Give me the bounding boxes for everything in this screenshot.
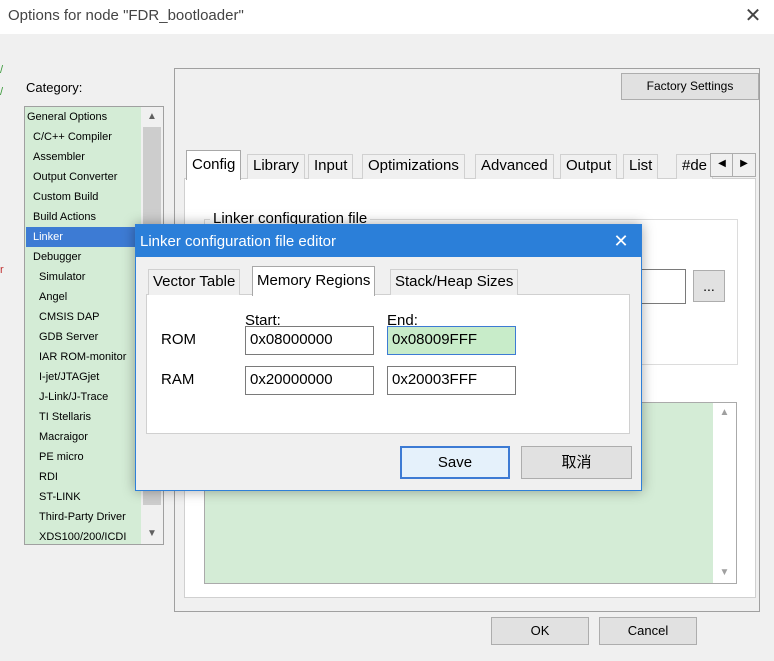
category-item-general-options[interactable]: General Options [27,107,141,127]
category-label: Category: [26,80,83,95]
chevron-down-icon[interactable]: ▼ [713,563,736,583]
category-item-c-compiler[interactable]: C/C++ Compiler [33,127,112,147]
save-button[interactable]: Save [400,446,510,479]
ram-end-input[interactable]: 0x20003FFF [387,366,516,395]
editor-titlebar[interactable]: Linker configuration file editor ✕ [136,225,641,257]
rom-label: ROM [161,331,196,348]
close-icon[interactable]: ✕ [606,227,636,255]
category-item-angel[interactable]: Angel [39,287,67,307]
options-tab-bar: Library Input Optimizations Advanced Out… [184,150,756,180]
category-item-j-link[interactable]: J-Link/J-Trace [39,387,108,407]
category-item-linker[interactable]: Linker [26,227,149,247]
category-item-assembler[interactable]: Assembler [33,147,85,167]
category-item-build-actions[interactable]: Build Actions [33,207,96,227]
category-item-pe-micro[interactable]: PE micro [39,447,84,467]
category-item-simulator[interactable]: Simulator [39,267,85,287]
ram-label: RAM [161,371,195,388]
background-window-edge: / / r [0,34,5,661]
tab-advanced[interactable]: Advanced [475,154,554,179]
tab-memory-regions[interactable]: Memory Regions [252,266,376,296]
tab-stack-heap-sizes[interactable]: Stack/Heap Sizes [390,269,519,295]
chevron-down-icon[interactable]: ▼ [141,524,163,544]
ok-button[interactable]: OK [491,617,589,645]
tab-library[interactable]: Library [247,154,305,179]
tab-list[interactable]: List [623,154,659,179]
category-item-cmsis-dap[interactable]: CMSIS DAP [39,307,100,327]
window-title: Options for node "FDR_bootloader" [8,7,244,24]
rom-start-input[interactable]: 0x08000000 [245,326,374,355]
category-item-debugger[interactable]: Debugger [33,247,81,267]
text-area-scrollbar[interactable]: ▲ ▼ [713,403,736,583]
category-item-third-party-driver[interactable]: Third-Party Driver [39,507,126,527]
chevron-up-icon[interactable]: ▲ [141,107,163,127]
category-item-macraigor[interactable]: Macraigor [39,427,88,447]
chevron-left-icon[interactable]: ◀ [710,153,734,177]
tab-optimizations[interactable]: Optimizations [362,154,465,179]
editor-cancel-button[interactable]: 取消 [521,446,632,479]
chevron-up-icon[interactable]: ▲ [713,403,736,423]
window-titlebar[interactable]: Options for node "FDR_bootloader" ✕ [0,0,774,34]
category-item-xds100[interactable]: XDS100/200/ICDI [39,527,126,544]
tab-defines[interactable]: #de [676,154,714,179]
factory-settings-button[interactable]: Factory Settings [621,73,759,100]
category-item-custom-build[interactable]: Custom Build [33,187,98,207]
chevron-right-icon[interactable]: ▶ [732,153,756,177]
browse-button[interactable]: ... [693,270,725,302]
tab-config[interactable]: Config [186,150,242,180]
close-icon[interactable]: ✕ [738,2,768,30]
linker-config-editor-dialog: Linker configuration file editor ✕ Vecto… [135,224,642,491]
ram-start-input[interactable]: 0x20000000 [245,366,374,395]
category-item-gdb-server[interactable]: GDB Server [39,327,98,347]
category-item-rdi[interactable]: RDI [39,467,58,487]
category-item-ti-stellaris[interactable]: TI Stellaris [39,407,91,427]
category-item-output-converter[interactable]: Output Converter [33,167,117,187]
category-item-i-jet[interactable]: I-jet/JTAGjet [39,367,99,387]
category-item-st-link[interactable]: ST-LINK [39,487,81,507]
tab-input[interactable]: Input [308,154,354,179]
editor-title: Linker configuration file editor [140,233,336,250]
rom-end-input[interactable]: 0x08009FFF [387,326,516,355]
cancel-button[interactable]: Cancel [599,617,697,645]
tab-vector-table[interactable]: Vector Table [148,269,241,295]
category-item-iar-rom-monitor[interactable]: IAR ROM-monitor [39,347,126,367]
tab-output[interactable]: Output [560,154,618,179]
